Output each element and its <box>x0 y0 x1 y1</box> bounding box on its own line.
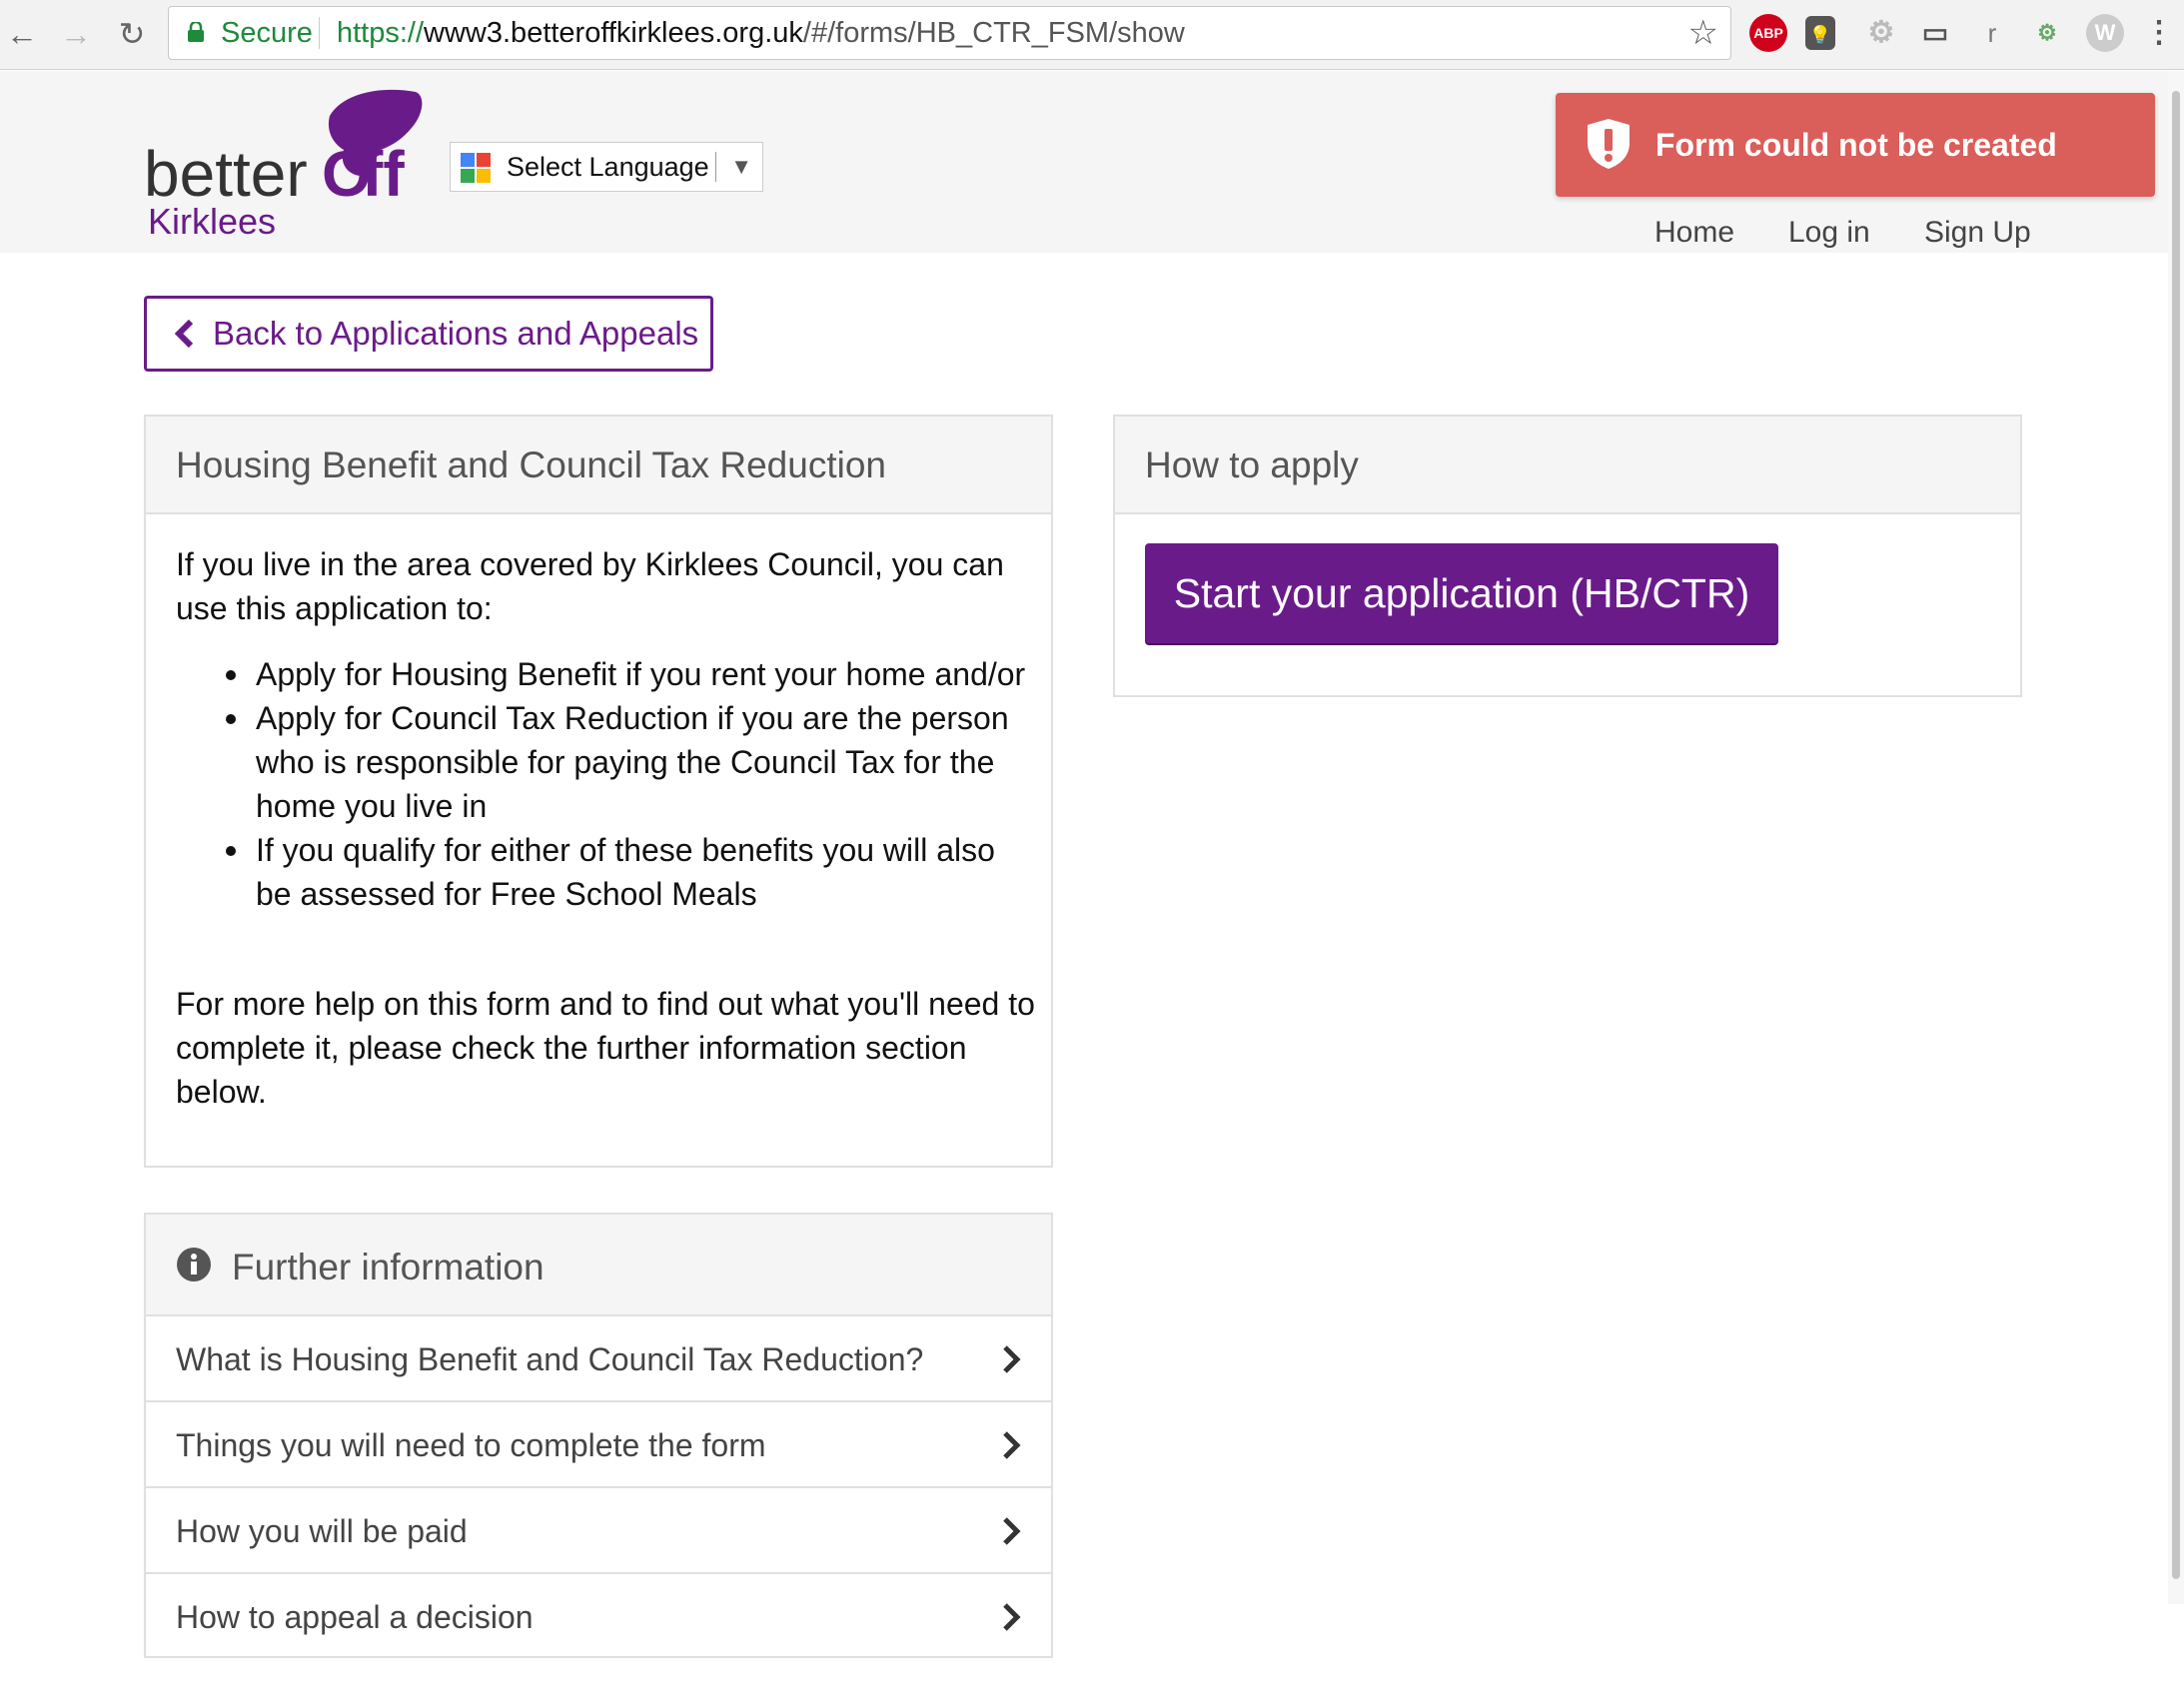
google-translate-icon <box>461 153 491 183</box>
url-host: www3.betteroffkirklees.org.uk <box>424 17 803 49</box>
page-scrollbar[interactable] <box>2168 71 2184 1604</box>
logo-kirklees-text: Kirklees <box>148 201 276 238</box>
accordion-label: How you will be paid <box>176 1513 468 1549</box>
w-extension-icon[interactable]: W <box>2086 14 2124 52</box>
chevron-right-icon <box>1003 1431 1021 1459</box>
intro-paragraph: If you live in the area covered by Kirkl… <box>176 546 1004 626</box>
accordion-row[interactable]: How you will be paid <box>146 1488 1051 1574</box>
url-scheme: https:// <box>337 17 425 49</box>
further-info-title: Further information <box>232 1247 545 1287</box>
intro-panel-title: Housing Benefit and Council Tax Reductio… <box>176 444 886 485</box>
url-text[interactable]: https://www3.betteroffkirklees.org.uk/#/… <box>337 7 1185 59</box>
accordion-label: Things you will need to complete the for… <box>176 1427 766 1463</box>
chevron-left-icon <box>174 319 194 349</box>
address-bar[interactable]: Secure https://www3.betteroffkirklees.or… <box>168 6 1731 60</box>
intro-panel-header: Housing Benefit and Council Tax Reductio… <box>146 417 1051 514</box>
error-toast-message: Form could not be created <box>1655 127 2057 163</box>
shield-alert-icon <box>1588 119 1630 169</box>
url-path: /#/forms/HB_CTR_FSM/show <box>802 17 1185 49</box>
lock-icon <box>188 22 204 42</box>
further-info-panel: Further information What is Housing Bene… <box>144 1213 1053 1658</box>
better-off-kirklees-logo[interactable]: better O ff Kirklees <box>144 88 424 238</box>
scrollbar-thumb[interactable] <box>2172 91 2180 1579</box>
menu-kebab-icon[interactable]: ⋮ <box>2140 14 2178 52</box>
back-button-label: Back to Applications and Appeals <box>213 315 699 352</box>
accordion-row[interactable]: Things you will need to complete the for… <box>146 1402 1051 1488</box>
js-extension-icon[interactable]: ⚙ <box>2028 14 2066 52</box>
further-info-header: Further information <box>146 1215 1051 1316</box>
nav-home[interactable]: Home <box>1654 216 1734 250</box>
nav-sign-up[interactable]: Sign Up <box>1924 216 2031 250</box>
how-to-apply-header: How to apply <box>1115 417 2020 514</box>
language-select-divider <box>715 152 716 182</box>
how-to-apply-panel: How to apply Start your application (HB/… <box>1113 415 2022 697</box>
dropdown-arrow-icon: ▼ <box>730 154 752 179</box>
language-select[interactable]: Select Language ▼ <box>450 142 763 192</box>
info-icon <box>177 1248 211 1281</box>
bullet-item: If you qualify for either of these benef… <box>226 828 1035 916</box>
gear-extension-icon[interactable]: ⚙ <box>1862 14 1900 52</box>
accordion-row[interactable]: What is Housing Benefit and Council Tax … <box>146 1316 1051 1402</box>
chevron-right-icon <box>1003 1517 1021 1545</box>
chevron-right-icon <box>1003 1345 1021 1373</box>
bullet-item: Apply for Housing Benefit if you rent yo… <box>226 652 1035 696</box>
browser-toolbar: ← → ↻ Secure https://www3.betteroffkirkl… <box>0 0 2184 70</box>
address-separator <box>319 17 320 49</box>
language-select-label: Select Language <box>507 152 709 182</box>
error-toast[interactable]: Form could not be created <box>1556 93 2155 197</box>
cast-icon[interactable]: ▭ <box>1916 14 1954 52</box>
accordion-label: How to appeal a decision <box>176 1599 534 1635</box>
nav-log-in[interactable]: Log in <box>1788 216 1870 250</box>
logo-ff-text: ff <box>362 138 405 210</box>
chevron-right-icon <box>1003 1603 1021 1631</box>
reload-icon[interactable]: ↻ <box>112 14 152 54</box>
outro-paragraph: For more help on this form and to find o… <box>176 986 1035 1110</box>
back-arrow-icon[interactable]: ← <box>2 14 42 54</box>
r-extension-icon[interactable]: r <box>1973 14 2011 52</box>
accordion-row[interactable]: How to appeal a decision <box>146 1574 1051 1660</box>
intro-panel: Housing Benefit and Council Tax Reductio… <box>144 415 1053 1168</box>
bookmark-star-icon[interactable]: ☆ <box>1688 7 1718 59</box>
bullet-item: Apply for Council Tax Reduction if you a… <box>226 696 1035 828</box>
accordion-label: What is Housing Benefit and Council Tax … <box>176 1341 924 1377</box>
start-application-button[interactable]: Start your application (HB/CTR) <box>1145 543 1778 643</box>
how-to-apply-title: How to apply <box>1145 444 1359 485</box>
forward-arrow-icon[interactable]: → <box>56 14 96 54</box>
back-to-applications-button[interactable]: Back to Applications and Appeals <box>144 296 713 372</box>
logo-better-text: better <box>144 138 308 210</box>
bullet-list: Apply for Housing Benefit if you rent yo… <box>226 652 1035 916</box>
adblock-extension-icon[interactable]: ABP <box>1749 14 1787 52</box>
lightbulb-extension-icon[interactable]: 💡 <box>1805 16 1835 50</box>
secure-label: Secure <box>221 17 313 49</box>
